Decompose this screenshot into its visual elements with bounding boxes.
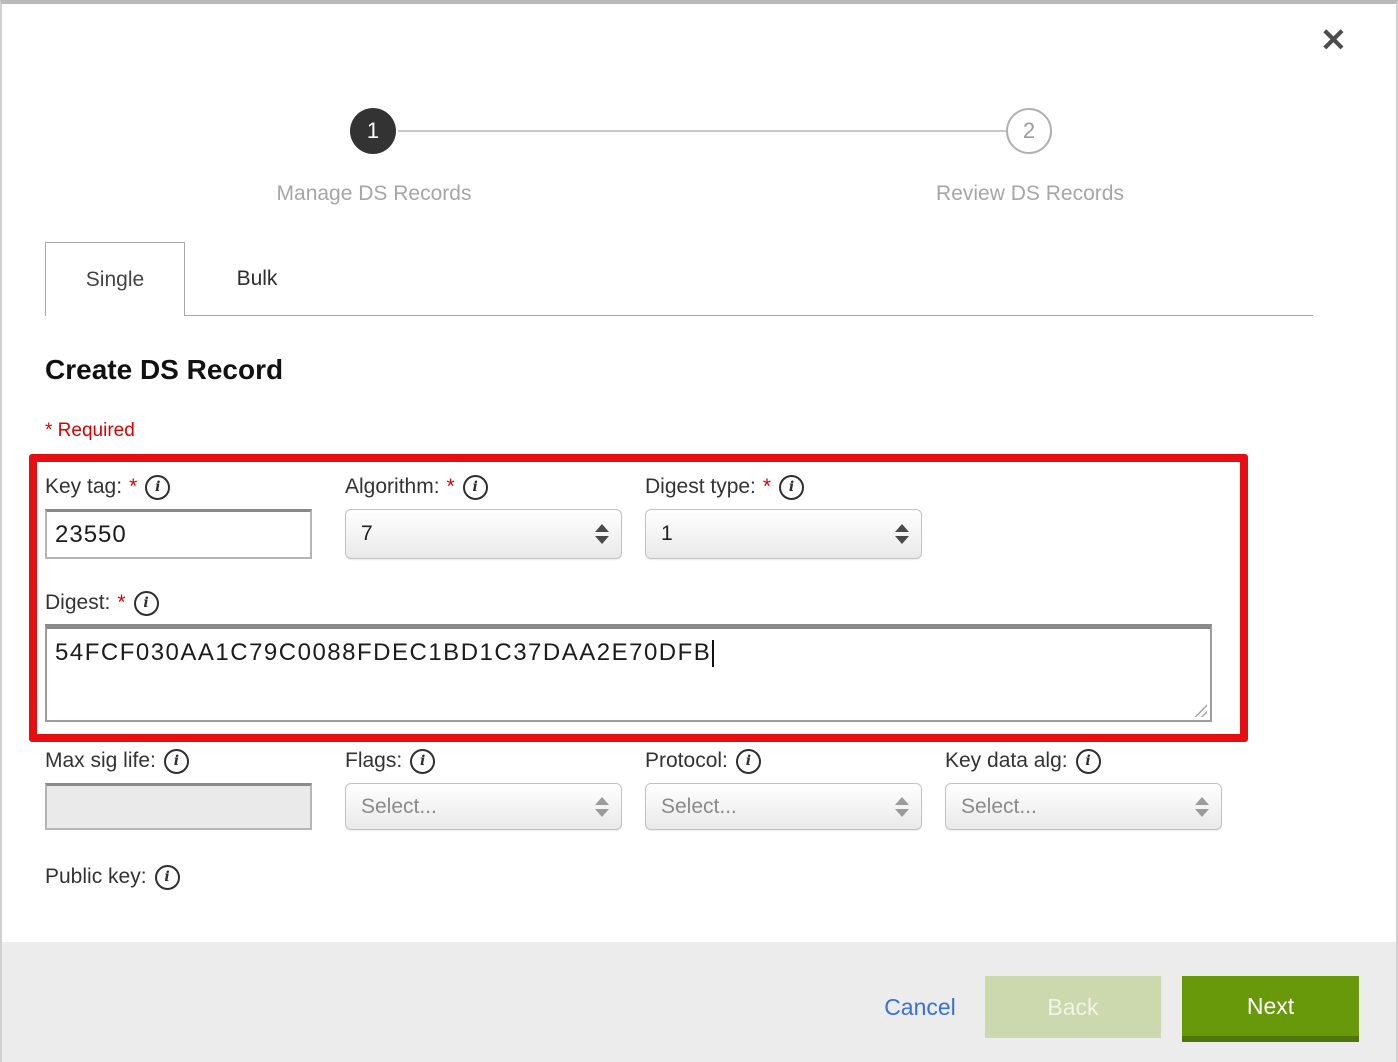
tab-bulk[interactable]: Bulk bbox=[187, 242, 327, 315]
digest-value: 54FCF030AA1C79C0088FDEC1BD1C37DAA2E70DFB bbox=[55, 639, 711, 666]
required-asterisk: * bbox=[447, 475, 455, 499]
digest-label-text: Digest: bbox=[45, 591, 110, 615]
info-icon[interactable]: i bbox=[410, 749, 435, 774]
stepper-connector bbox=[398, 130, 1008, 132]
dropdown-arrows-icon bbox=[1195, 797, 1209, 817]
required-note: * Required bbox=[45, 420, 135, 442]
required-asterisk: * bbox=[117, 591, 125, 615]
digest-type-select[interactable]: 1 bbox=[645, 509, 922, 559]
key-tag-input[interactable]: 23550 bbox=[45, 509, 312, 559]
algorithm-select[interactable]: 7 bbox=[345, 509, 622, 559]
max-sig-life-label: Max sig life: i bbox=[45, 746, 189, 776]
cancel-button[interactable]: Cancel bbox=[870, 976, 970, 1038]
step-1-label: Manage DS Records bbox=[214, 182, 534, 206]
dropdown-arrows-icon bbox=[895, 524, 909, 544]
algorithm-label-text: Algorithm: bbox=[345, 475, 440, 499]
required-asterisk: * bbox=[129, 475, 137, 499]
dropdown-arrows-icon bbox=[895, 797, 909, 817]
digest-label: Digest: * i bbox=[45, 588, 159, 618]
key-data-alg-select[interactable]: Select... bbox=[945, 783, 1222, 830]
digest-type-label-text: Digest type: bbox=[645, 475, 756, 499]
key-data-alg-value: Select... bbox=[961, 795, 1195, 819]
digest-type-label: Digest type: * i bbox=[645, 472, 804, 502]
key-data-alg-label-text: Key data alg: bbox=[945, 749, 1068, 773]
info-icon[interactable]: i bbox=[1076, 749, 1101, 774]
protocol-select[interactable]: Select... bbox=[645, 783, 922, 830]
info-icon[interactable]: i bbox=[134, 591, 159, 616]
public-key-label-text: Public key: bbox=[45, 865, 147, 889]
tab-divider bbox=[185, 315, 1313, 316]
flags-value: Select... bbox=[361, 795, 595, 819]
protocol-label: Protocol: i bbox=[645, 746, 761, 776]
flags-label: Flags: i bbox=[345, 746, 435, 776]
key-tag-value: 23550 bbox=[55, 521, 127, 549]
flags-select[interactable]: Select... bbox=[345, 783, 622, 830]
next-button[interactable]: Next bbox=[1182, 976, 1359, 1042]
info-icon[interactable]: i bbox=[155, 865, 180, 890]
max-sig-life-label-text: Max sig life: bbox=[45, 749, 156, 773]
resize-grip[interactable] bbox=[1192, 702, 1207, 717]
dropdown-arrows-icon bbox=[595, 797, 609, 817]
step-1-circle: 1 bbox=[350, 108, 396, 154]
max-sig-life-input[interactable] bbox=[45, 783, 312, 830]
info-icon[interactable]: i bbox=[463, 475, 488, 500]
step-2-label: Review DS Records bbox=[870, 182, 1190, 206]
page-title: Create DS Record bbox=[45, 354, 283, 386]
protocol-value: Select... bbox=[661, 795, 895, 819]
digest-textarea[interactable]: 54FCF030AA1C79C0088FDEC1BD1C37DAA2E70DFB bbox=[45, 624, 1212, 722]
key-tag-label-text: Key tag: bbox=[45, 475, 122, 499]
flags-label-text: Flags: bbox=[345, 749, 402, 773]
tab-single[interactable]: Single bbox=[45, 242, 185, 316]
text-cursor bbox=[712, 640, 714, 667]
algorithm-label: Algorithm: * i bbox=[345, 472, 488, 502]
required-asterisk: * bbox=[763, 475, 771, 499]
algorithm-value: 7 bbox=[361, 522, 595, 546]
info-icon[interactable]: i bbox=[736, 749, 761, 774]
protocol-label-text: Protocol: bbox=[645, 749, 728, 773]
info-icon[interactable]: i bbox=[779, 475, 804, 500]
step-2-circle: 2 bbox=[1006, 108, 1052, 154]
digest-type-value: 1 bbox=[661, 522, 895, 546]
info-icon[interactable]: i bbox=[145, 475, 170, 500]
dropdown-arrows-icon bbox=[595, 524, 609, 544]
create-ds-record-modal: ✕ 1 2 Manage DS Records Review DS Record… bbox=[0, 0, 1398, 1062]
info-icon[interactable]: i bbox=[164, 749, 189, 774]
public-key-label: Public key: i bbox=[45, 862, 180, 892]
back-button[interactable]: Back bbox=[985, 976, 1161, 1038]
key-tag-label: Key tag: * i bbox=[45, 472, 170, 502]
key-data-alg-label: Key data alg: i bbox=[945, 746, 1101, 776]
close-icon[interactable]: ✕ bbox=[1320, 24, 1347, 56]
